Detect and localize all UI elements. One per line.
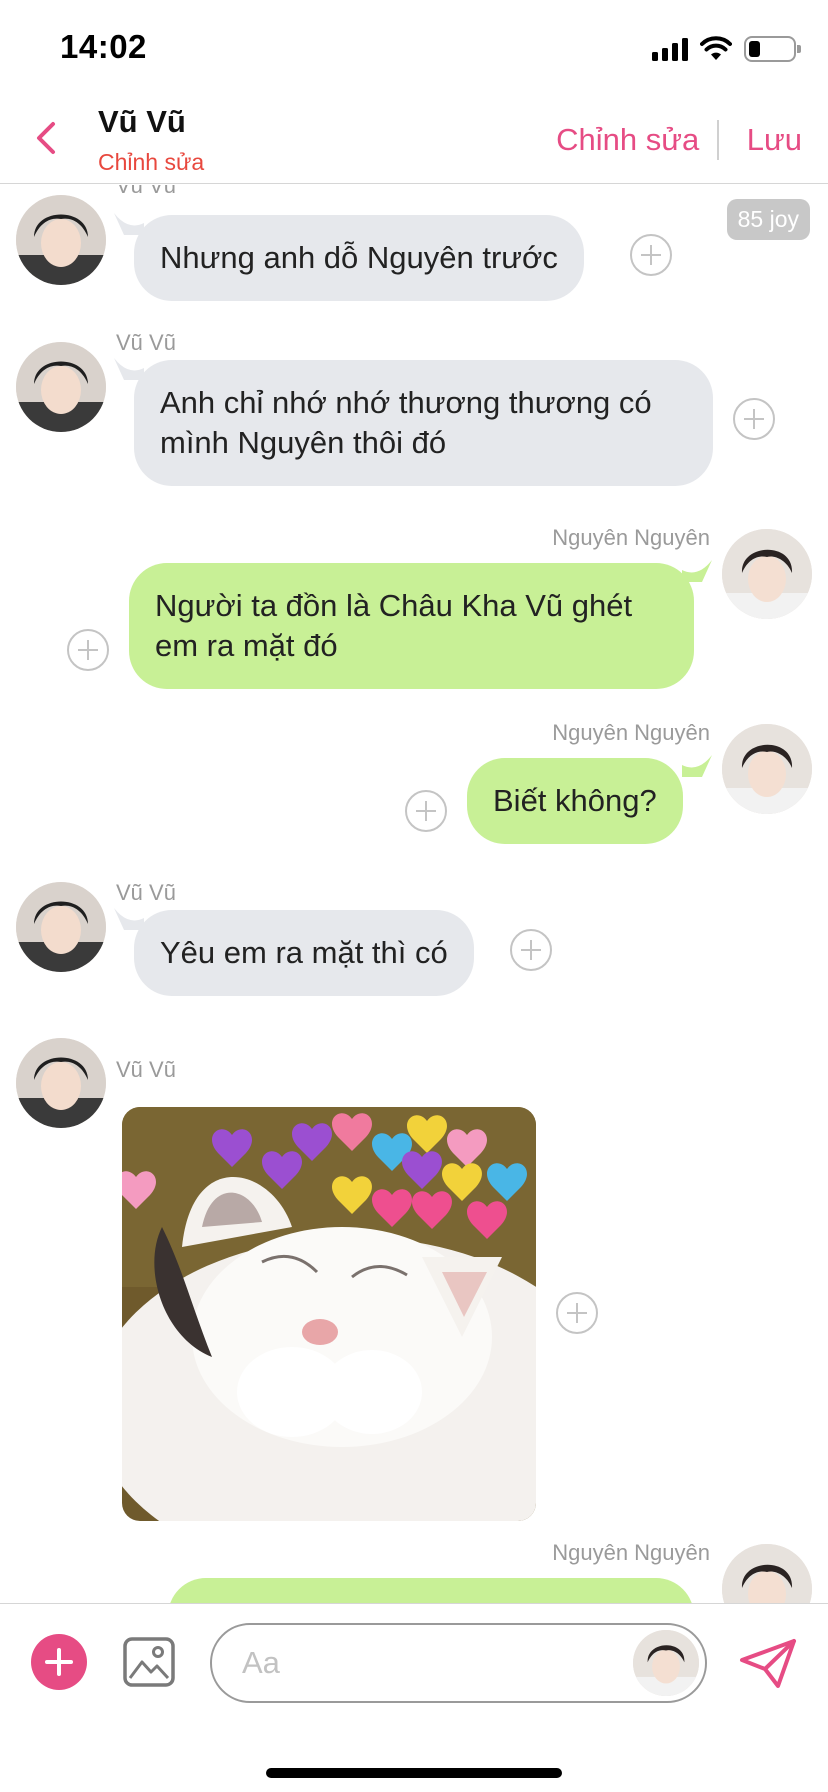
save-button[interactable]: Lưu <box>747 122 802 158</box>
message-incoming: Vũ Vũ Yêu em ra mặt thì có <box>0 880 828 1020</box>
image-picker-button[interactable] <box>122 1636 176 1688</box>
message-incoming: Vũ Vũ Nhưng anh dỗ Nguyên trước <box>0 185 828 335</box>
add-button[interactable] <box>31 1634 87 1690</box>
wifi-icon <box>700 36 732 60</box>
message-outgoing: Nguyên Nguyên Người ta đồn là Châu Kha V… <box>0 525 828 695</box>
chat-area[interactable]: 85 joy Vũ Vũ Nhưng anh dỗ Nguyên trước V… <box>0 185 828 1603</box>
avatar-vu-vu[interactable] <box>16 882 106 972</box>
message-input[interactable]: Aa <box>210 1623 707 1703</box>
cellular-signal-icon <box>652 37 688 61</box>
message-bubble[interactable] <box>168 1578 694 1603</box>
add-reaction-button[interactable] <box>556 1292 598 1334</box>
contact-name[interactable]: Vũ Vũ <box>98 104 186 140</box>
message-outgoing: Nguyên Nguyên Biết không? <box>0 720 828 860</box>
sender-name: Nguyên Nguyên <box>552 720 710 745</box>
sender-name: Vũ Vũ <box>116 1057 176 1082</box>
avatar-nguyen-nguyen[interactable] <box>722 1544 812 1603</box>
avatar-vu-vu[interactable] <box>16 1038 106 1128</box>
sender-name: Nguyên Nguyên <box>552 1540 710 1565</box>
avatar-vu-vu[interactable] <box>16 342 106 432</box>
bubble-tail <box>682 755 712 777</box>
contact-subtitle-edit[interactable]: Chỉnh sửa <box>98 149 204 176</box>
add-reaction-button[interactable] <box>405 790 447 832</box>
message-bubble[interactable]: Biết không? <box>467 758 683 844</box>
avatar-nguyen-nguyen[interactable] <box>722 724 812 814</box>
message-bubble[interactable]: Anh chỉ nhớ nhớ thương thương có mình Ng… <box>134 360 713 486</box>
header-divider <box>717 120 719 160</box>
status-time: 14:02 <box>60 28 147 65</box>
message-bubble[interactable]: Nhưng anh dỗ Nguyên trước <box>134 215 584 301</box>
chat-header: Vũ Vũ Chỉnh sửa Chỉnh sửa Lưu <box>0 96 828 184</box>
message-composer: Aa <box>0 1603 828 1792</box>
sender-name: Vũ Vũ <box>116 880 176 905</box>
battery-icon <box>744 36 801 62</box>
message-incoming: Vũ Vũ Anh chỉ nhớ nhớ thương thương có m… <box>0 330 828 490</box>
sender-name: Vũ Vũ <box>116 330 176 355</box>
add-reaction-button[interactable] <box>510 929 552 971</box>
edit-button[interactable]: Chỉnh sửa <box>556 122 699 158</box>
header-actions: Chỉnh sửa Lưu <box>556 120 802 160</box>
chevron-left-icon <box>37 122 55 154</box>
home-indicator <box>266 1768 562 1778</box>
message-bubble[interactable]: Yêu em ra mặt thì có <box>134 910 474 996</box>
back-button[interactable] <box>24 116 68 160</box>
add-reaction-button[interactable] <box>67 629 109 671</box>
message-bubble[interactable]: Người ta đồn là Châu Kha Vũ ghét em ra m… <box>129 563 694 689</box>
status-icons <box>652 34 801 64</box>
send-icon <box>740 1639 796 1688</box>
image-icon <box>123 1637 175 1687</box>
sender-switch-avatar[interactable] <box>633 1630 699 1696</box>
sender-name: Nguyên Nguyên <box>552 525 710 550</box>
message-input-placeholder: Aa <box>242 1645 280 1680</box>
add-reaction-button[interactable] <box>630 234 672 276</box>
avatar-nguyen-nguyen[interactable] <box>722 529 812 619</box>
add-reaction-button[interactable] <box>733 398 775 440</box>
message-outgoing: Nguyên Nguyên <box>0 1540 828 1603</box>
image-message-cat-hearts[interactable] <box>122 1107 536 1521</box>
status-bar: 14:02 <box>0 0 828 96</box>
avatar-vu-vu[interactable] <box>16 195 106 285</box>
sender-name: Vũ Vũ <box>116 185 176 198</box>
send-button[interactable] <box>738 1638 798 1690</box>
